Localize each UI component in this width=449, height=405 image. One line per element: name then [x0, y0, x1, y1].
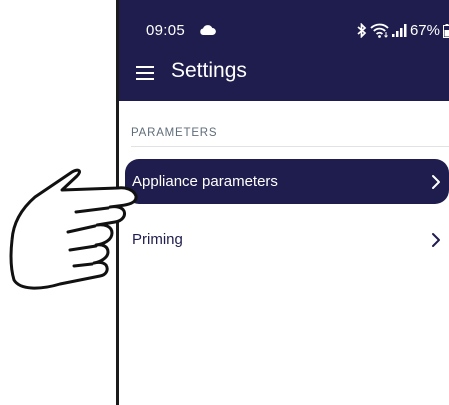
- battery-percentage: 67%: [409, 22, 440, 39]
- status-time: 09:05: [146, 22, 186, 39]
- priming-item[interactable]: Priming: [125, 217, 449, 262]
- item-label: Priming: [132, 231, 183, 248]
- status-icons: 67%: [357, 22, 449, 39]
- chevron-right-icon: [432, 174, 440, 189]
- chevron-right-icon: [432, 232, 440, 247]
- wifi-icon: [370, 23, 389, 38]
- cloud-icon: [200, 25, 216, 35]
- appliance-parameters-item[interactable]: Appliance parameters: [125, 159, 449, 204]
- section-header: PARAMETERS: [131, 127, 218, 139]
- item-label: Appliance parameters: [132, 173, 278, 190]
- battery-icon: [443, 23, 449, 38]
- divider: [131, 146, 449, 147]
- page-title: Settings: [171, 59, 247, 82]
- signal-icon: [391, 24, 407, 37]
- app-bar: 09:05 67% Settings: [119, 0, 449, 101]
- bluetooth-icon: [357, 23, 367, 38]
- phone-screen: 09:05 67% Settings PARAMETERS Appliance …: [116, 0, 449, 405]
- hamburger-menu-icon[interactable]: [136, 66, 154, 80]
- screenshot: 09:05 67% Settings PARAMETERS Appliance …: [0, 0, 449, 405]
